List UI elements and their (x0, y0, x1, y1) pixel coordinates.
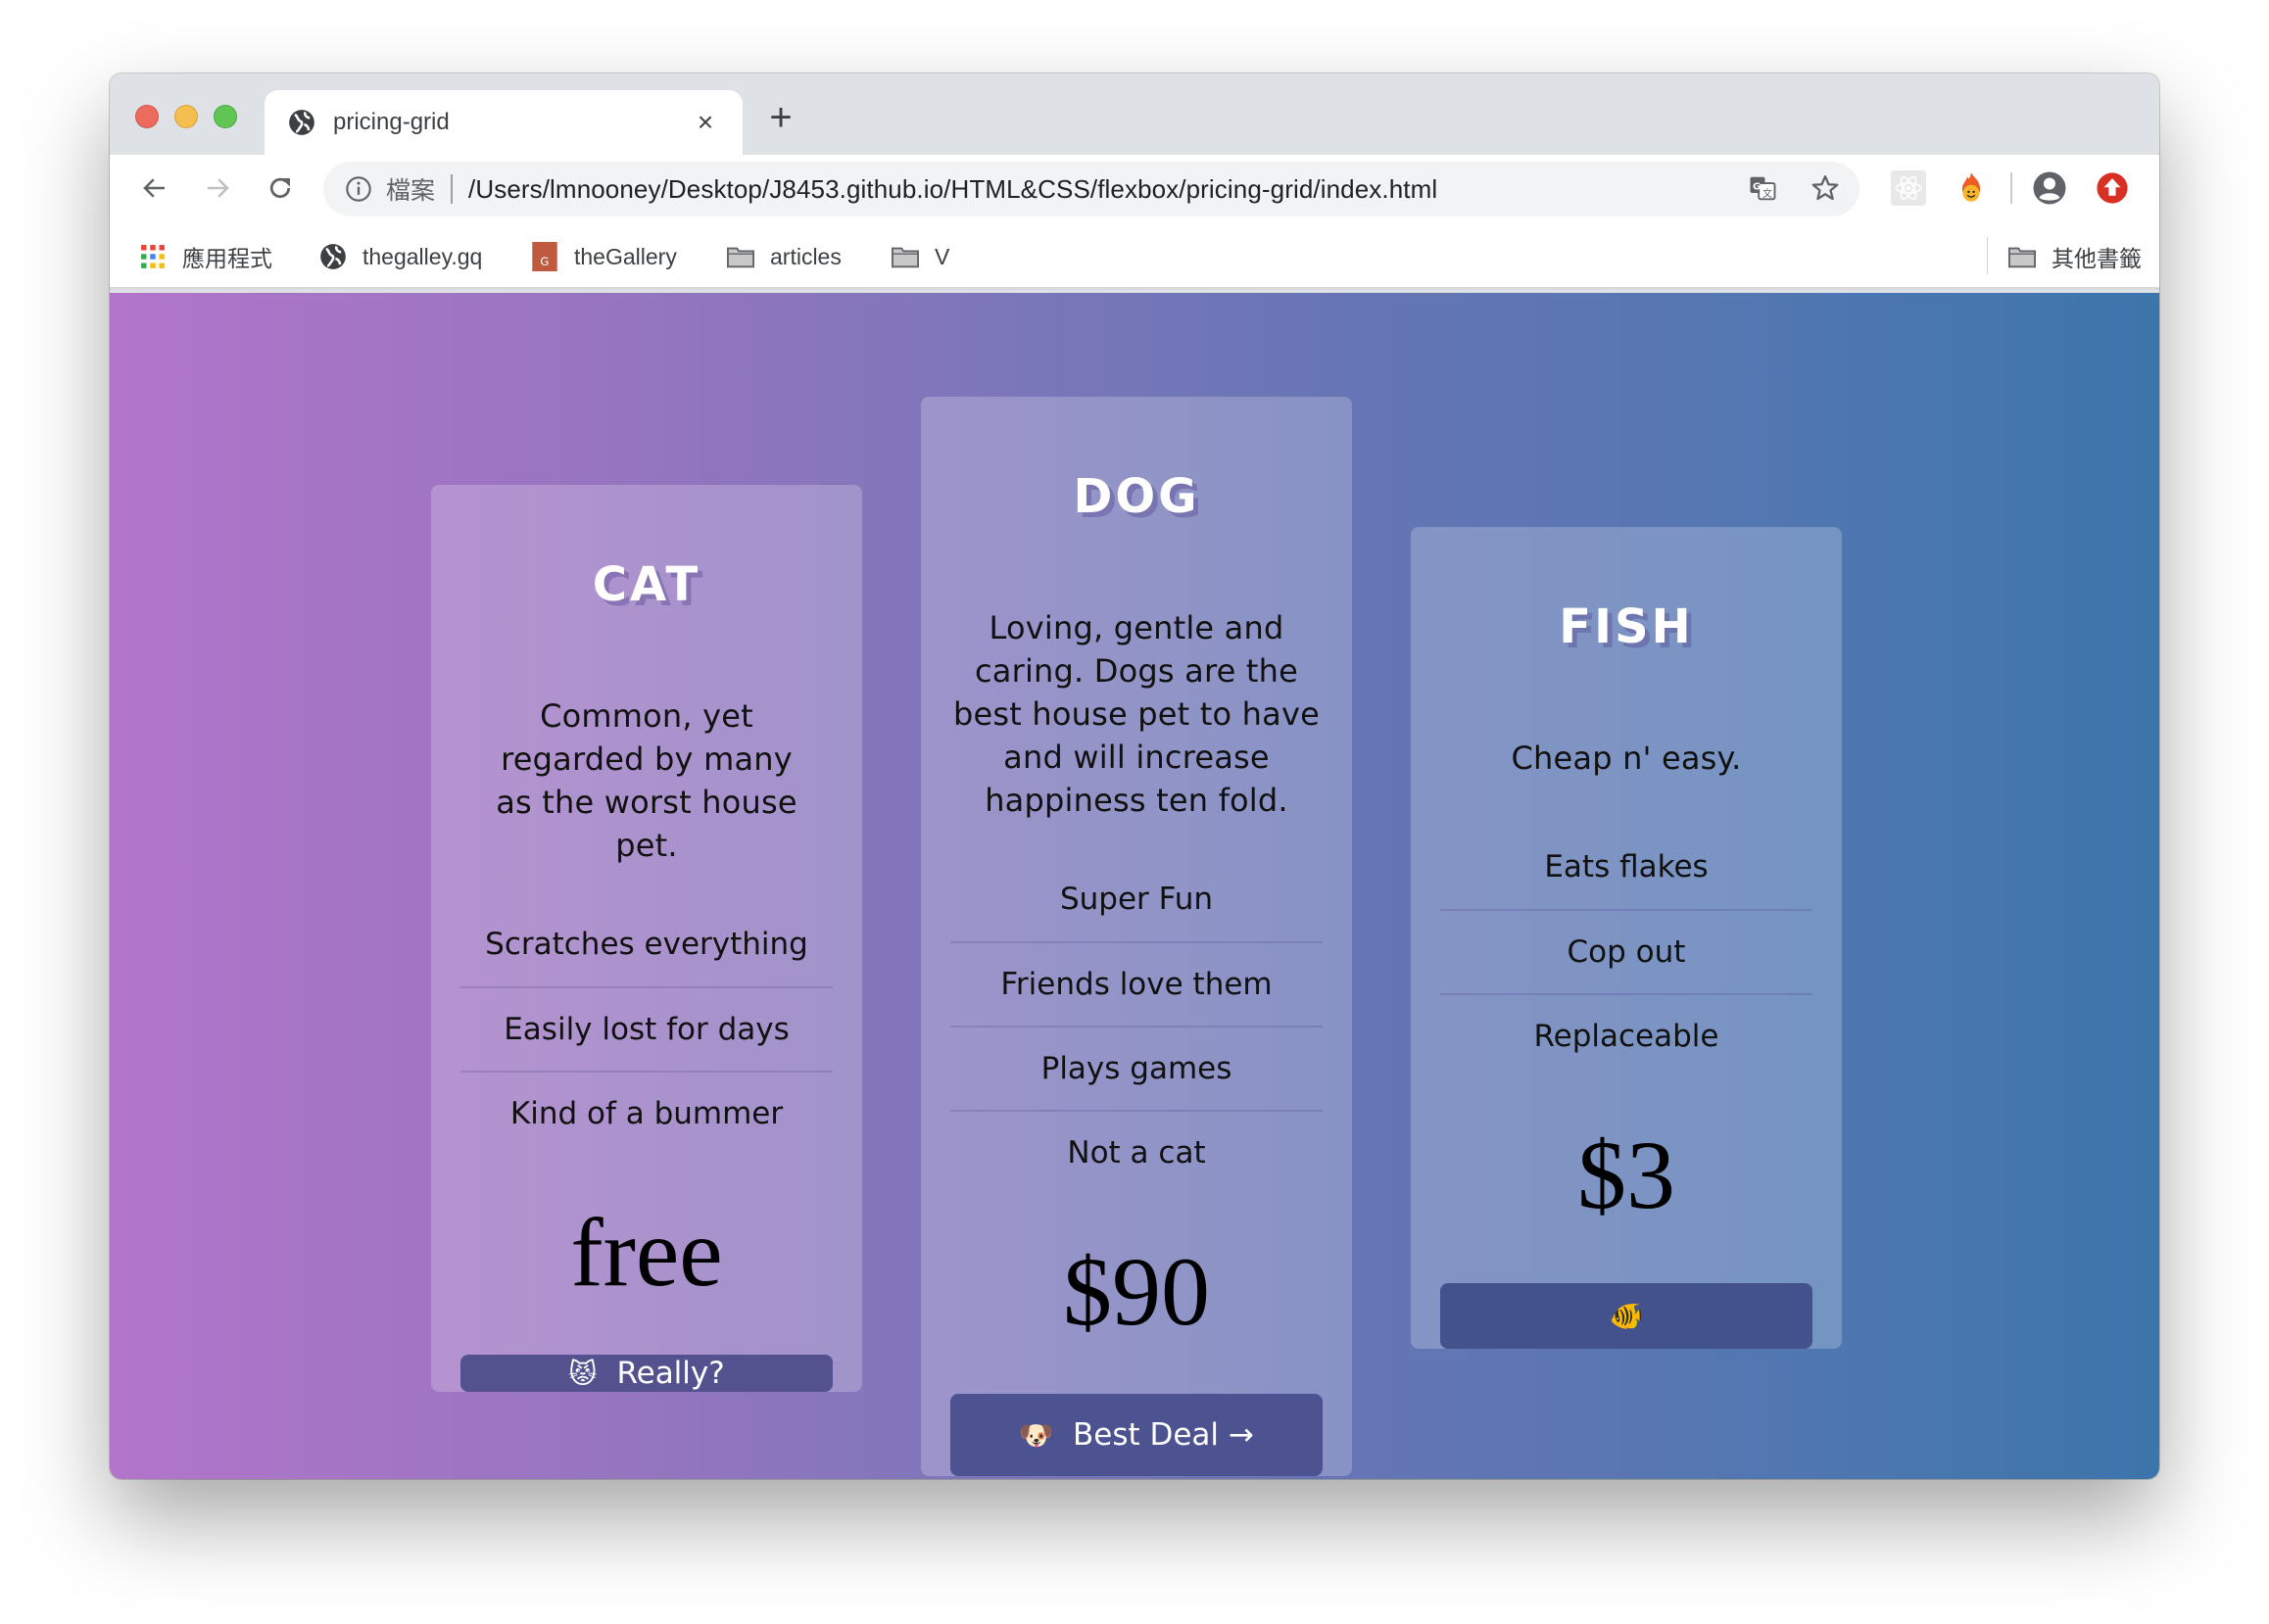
folder-icon (2008, 243, 2036, 270)
bookmark-folder-articles[interactable]: articles (727, 241, 842, 272)
feature-item: Kind of a bummer (460, 1071, 833, 1155)
bookmark-label: thegalley.gq (362, 243, 483, 269)
update-icon (2097, 172, 2128, 204)
bookmark-folder-v[interactable]: V (892, 241, 949, 272)
zoom-window-button[interactable] (214, 105, 237, 128)
close-window-button[interactable] (135, 105, 159, 128)
forward-arrow-icon (208, 178, 229, 198)
svg-text:文: 文 (1762, 187, 1772, 200)
feature-list: Scratches everything Easily lost for day… (460, 902, 833, 1155)
svg-text:G: G (540, 255, 549, 268)
folder-icon (727, 243, 754, 270)
hola-extension-button[interactable] (1954, 170, 1989, 206)
info-icon[interactable] (345, 175, 372, 203)
bookmark-thegalley-gq[interactable]: thegalley.gq (319, 241, 482, 272)
card-description: Loving, gentle and caring. Dogs are the … (953, 609, 1320, 819)
pricing-card-fish: FISH Cheap n' easy. Eats flakes Cop out … (1411, 527, 1842, 1349)
feature-item: Eats flakes (1544, 849, 1709, 884)
url-text[interactable]: /Users/lmnooney/Desktop/J8453.github.io/… (468, 174, 1437, 205)
close-tab-icon[interactable]: × (692, 109, 719, 136)
bookmark-label: 其他書籤 (2052, 246, 2142, 271)
back-button[interactable] (137, 170, 172, 206)
card-title: DOG (1073, 469, 1200, 524)
page-content: CAT Common, yet regarded by many as the … (110, 293, 2159, 1479)
button-label: Best Deal → (1072, 1417, 1254, 1453)
really-button[interactable]: 😾 Really? (460, 1355, 833, 1392)
pricing-card-cat: CAT Common, yet regarded by many as the … (431, 485, 862, 1392)
forward-button[interactable] (200, 170, 235, 206)
feature-item: Super Fun (1059, 882, 1214, 917)
bookmark-label: V (935, 243, 950, 269)
address-bar[interactable]: 檔案 /Users/lmnooney/Desktop/J8453.github.… (323, 162, 1859, 216)
apps-grid-icon (139, 243, 167, 270)
pouting-cat-icon: 😾 (568, 1357, 598, 1390)
react-devtools-button[interactable] (1891, 170, 1926, 206)
bookmarks-bar: 應用程式 thegalley.gq G theGallery articles … (110, 221, 2159, 290)
bookmark-apps[interactable]: 應用程式 (139, 241, 272, 272)
pricing-card-dog: DOG Loving, gentle and caring. Dogs are … (921, 397, 1352, 1476)
tab-title: pricing-grid (333, 109, 450, 135)
toolbar: 檔案 /Users/lmnooney/Desktop/J8453.github.… (110, 155, 2159, 221)
feature-list: Super Fun Friends love them Plays games … (950, 857, 1323, 1194)
feature-list: Eats flakes Cop out Replaceable (1440, 825, 1812, 1077)
card-description: Cheap n' easy. (1511, 740, 1742, 777)
profile-icon (2033, 171, 2066, 205)
reload-icon (269, 177, 291, 199)
react-devtools-icon (1895, 176, 1922, 200)
feature-item: Replaceable (1440, 993, 1812, 1077)
globe-icon (319, 243, 347, 270)
minimize-window-button[interactable] (174, 105, 198, 128)
browser-window: pricing-grid × + 檔案 /Users/lmnooney/Desk… (110, 73, 2159, 1479)
scheme-separator (451, 174, 454, 204)
feature-item: Friends love them (950, 941, 1323, 1026)
dog-face-icon: 🐶 (1019, 1418, 1053, 1452)
globe-icon (289, 110, 314, 135)
feature-item: Easily lost for days (460, 986, 833, 1071)
hola-fire-icon (1961, 172, 1981, 202)
bookmarks-divider (1987, 237, 1988, 274)
update-button[interactable] (2095, 170, 2130, 206)
fish-button[interactable]: 🐠 (1440, 1283, 1812, 1349)
star-icon[interactable] (1810, 173, 1840, 203)
toolbar-divider (2010, 172, 2012, 204)
gallery-favicon-icon: G (531, 242, 558, 271)
svg-text:G: G (1753, 181, 1761, 192)
best-deal-button[interactable]: 🐶 Best Deal → (950, 1394, 1323, 1476)
card-title: FISH (1559, 599, 1694, 654)
tropical-fish-icon: 🐠 (1609, 1300, 1644, 1332)
profile-button[interactable] (2032, 170, 2067, 206)
bookmark-thegallery[interactable]: G theGallery (531, 241, 677, 272)
back-arrow-icon (143, 178, 165, 198)
bookmark-label: theGallery (574, 243, 677, 269)
card-description: Common, yet regarded by many as the wors… (496, 697, 797, 864)
bookmark-label: articles (770, 243, 842, 269)
button-label: Really? (616, 1356, 725, 1391)
folder-icon (892, 243, 919, 270)
feature-item: Not a cat (950, 1110, 1323, 1194)
reload-button[interactable] (263, 170, 298, 206)
card-title: CAT (592, 557, 701, 612)
bookmark-other-bookmarks[interactable]: 其他書籤 (2008, 241, 2142, 272)
price: $90 (1063, 1237, 1210, 1346)
scheme-label: 檔案 (386, 177, 436, 205)
feature-item: Plays games (950, 1026, 1323, 1110)
translate-icon[interactable]: G文 (1748, 173, 1777, 203)
price: $3 (1577, 1121, 1675, 1229)
new-tab-button[interactable]: + (761, 98, 800, 137)
tab-strip: pricing-grid × + (110, 73, 2159, 155)
bookmark-label: 應用程式 (182, 246, 272, 271)
price: free (570, 1198, 723, 1307)
feature-item: Scratches everything (485, 927, 808, 962)
feature-item: Cop out (1440, 909, 1812, 993)
tab-pricing-grid[interactable]: pricing-grid × (265, 90, 743, 155)
